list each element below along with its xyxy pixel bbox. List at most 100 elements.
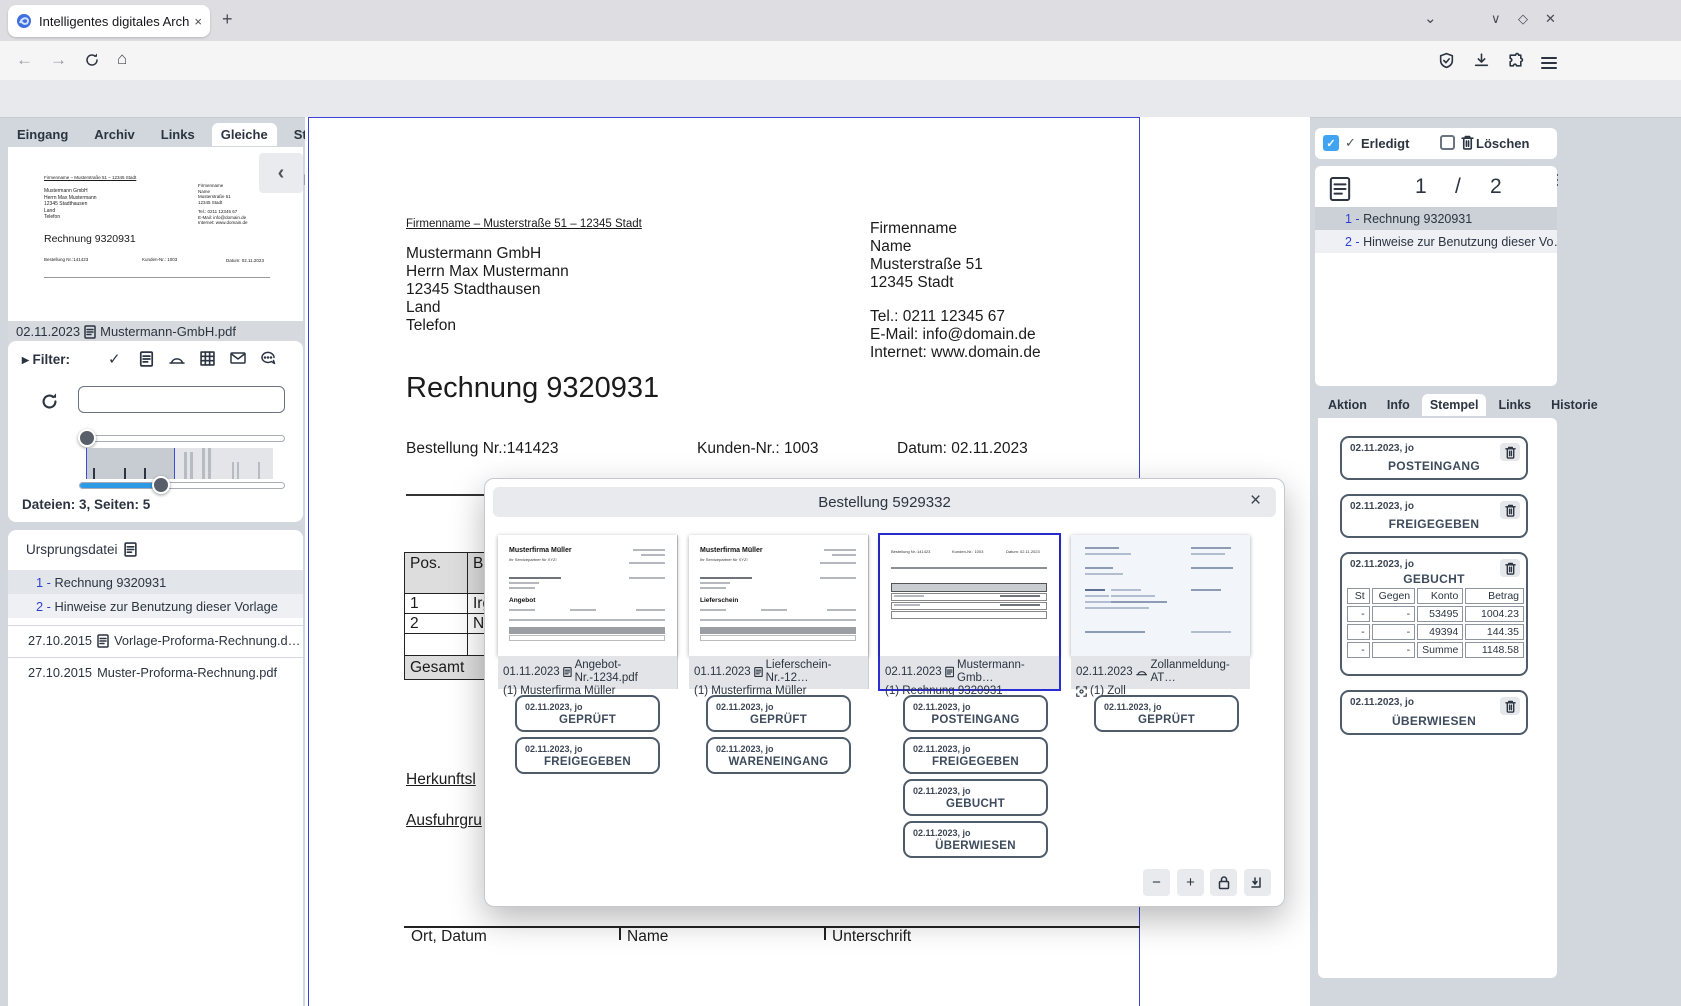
stamp-gebucht[interactable]: 02.11.2023, jo GEBUCHT xyxy=(903,779,1048,816)
range-slider-bottom-track[interactable] xyxy=(79,482,285,489)
stamp-wareneingang[interactable]: 02.11.2023, jo WARENEINGANG xyxy=(706,737,851,774)
stamp-label: ÜBERWIESEN xyxy=(905,840,1046,852)
collapse-chevron-icon: ‹ xyxy=(278,162,285,185)
linked-doc-thumbnail-zoll[interactable] xyxy=(1071,535,1250,656)
extensions-puzzle-icon[interactable] xyxy=(1507,52,1524,74)
range-slider-bottom-handle[interactable] xyxy=(152,476,170,494)
mini-text-bar xyxy=(1191,631,1231,633)
linked-doc-caption[interactable]: 01.11.2023 Angebot-Nr.-1234.pdf (1) Must… xyxy=(498,656,677,689)
linked-doc-thumbnail-lieferschein[interactable]: Musterfirma Müller Ihr Servicepartner fü… xyxy=(689,535,868,656)
stamp-freigegeben[interactable]: 02.11.2023, jo FREIGEGEBEN xyxy=(903,737,1048,774)
filter-arrow-icon[interactable]: ▸ xyxy=(22,352,29,367)
doc-table-cell xyxy=(405,634,468,656)
stamp-geprueft[interactable]: 02.11.2023, jo GEPRÜFT xyxy=(706,695,851,732)
window-minimize-icon[interactable]: ∨ xyxy=(1491,12,1501,25)
stamp-meta: 02.11.2023, jo xyxy=(913,702,971,712)
tab-links[interactable]: Links xyxy=(152,123,204,146)
dialog-zoom-in-button[interactable]: + xyxy=(1177,869,1204,896)
doc-company-block: Firmenname Name Musterstraße 51 12345 St… xyxy=(870,220,983,292)
collapse-panel-button[interactable]: ‹ xyxy=(259,153,303,193)
filter-comment-icon[interactable] xyxy=(260,351,276,371)
stamp-gebucht[interactable]: 02.11.2023, jo GEBUCHT St Gegen Konto Be… xyxy=(1340,552,1528,676)
list-tabs-chevron-icon[interactable]: ⌄ xyxy=(1424,11,1437,26)
tab-historie[interactable]: Historie xyxy=(1543,394,1606,416)
file-row-1[interactable]: 27.10.2015 Vorlage-Proforma-Rechnung.d… xyxy=(8,625,303,655)
browser-menu-icon[interactable] xyxy=(1541,54,1557,72)
range-slider-bottom-fill xyxy=(80,483,162,488)
dialog-close-icon[interactable]: × xyxy=(1250,490,1261,512)
stamp-ueberwiesen[interactable]: 02.11.2023, jo ÜBERWIESEN xyxy=(1340,690,1528,735)
filter-grid-icon[interactable] xyxy=(200,351,215,371)
file-row-2[interactable]: 27.10.2015 Muster-Proforma-Rechnung.pdf xyxy=(8,657,303,687)
tab-archiv[interactable]: Archiv xyxy=(85,123,143,146)
reload-icon[interactable] xyxy=(84,52,100,73)
home-icon[interactable]: ⌂ xyxy=(117,50,127,67)
mini-text-bar xyxy=(1111,607,1149,609)
tab-gleiche[interactable]: Gleiche xyxy=(212,123,277,146)
range-slider-top-handle[interactable] xyxy=(78,429,96,447)
window-maximize-icon[interactable]: ◇ xyxy=(1518,12,1528,25)
stamp-freigegeben[interactable]: 02.11.2023, jo FREIGEGEBEN xyxy=(515,737,660,774)
delete-checkbox[interactable] xyxy=(1440,135,1455,150)
thumb-date: Datum: 02.11.2023 xyxy=(226,258,264,263)
stamp-delete-button[interactable] xyxy=(1500,697,1520,715)
new-tab-button[interactable]: + xyxy=(222,10,233,28)
window-close-icon[interactable]: ✕ xyxy=(1545,12,1556,25)
stamp-posteingang[interactable]: 02.11.2023, jo POSTEINGANG xyxy=(1340,436,1528,480)
linked-doc-thumbnail-rechnung[interactable]: Bestellung Nr.:141423 Kunden-Nr.: 1003 D… xyxy=(880,535,1059,656)
download-icon[interactable] xyxy=(1473,52,1490,74)
tab-title: Intelligentes digitales Arch xyxy=(39,14,194,29)
mini-text-bar xyxy=(509,577,561,579)
mini-text-bar xyxy=(629,577,665,579)
linked-doc-caption[interactable]: 02.11.2023 Zollanmeldung-AT… (1) Zoll xyxy=(1071,656,1250,689)
tab-links[interactable]: Links xyxy=(1490,394,1539,416)
pages-current: 1 xyxy=(1415,175,1427,199)
linked-doc-thumbnail-angebot[interactable]: Musterfirma Müller Ihr Servicepartner fü… xyxy=(498,535,677,656)
document-thumbnail[interactable]: Firmenname – Musterstraße 51 – 12345 Sta… xyxy=(30,155,280,290)
browser-tab[interactable]: Intelligentes digitales Arch × xyxy=(8,5,210,37)
dialog-lock-icon[interactable] xyxy=(1210,869,1237,896)
filter-check-icon[interactable]: ✓ xyxy=(108,350,121,368)
file-stats: Dateien: 3, Seiten: 5 xyxy=(22,497,150,512)
dialog-zoom-out-button[interactable]: − xyxy=(1143,869,1170,896)
filter-reset-icon[interactable] xyxy=(40,392,59,416)
source-page-row-2[interactable]: 2 - Hinweise zur Benutzung dieser Vorlag… xyxy=(8,594,303,618)
filter-document-icon[interactable] xyxy=(139,351,154,372)
tab-stempel[interactable]: Stempel xyxy=(1422,394,1487,416)
stamp-geprueft[interactable]: 02.11.2023, jo GEPRÜFT xyxy=(515,695,660,732)
thumb-company-block: Firmenname Name Musterstraße 51 12345 St… xyxy=(198,183,248,226)
source-page-row-1[interactable]: 1 - Rechnung 9320931 xyxy=(8,570,303,594)
page-row-selected[interactable]: 1 - Rechnung 9320931 xyxy=(1315,207,1557,230)
gebucht-cell: 1148.58 xyxy=(1465,642,1524,658)
stamp-ueberwiesen[interactable]: 02.11.2023, jo ÜBERWIESEN xyxy=(903,821,1048,858)
forward-icon[interactable]: → xyxy=(50,51,67,68)
range-slider-top-track[interactable] xyxy=(86,435,285,442)
stamp-posteingang[interactable]: 02.11.2023, jo POSTEINGANG xyxy=(903,695,1048,732)
tab-close-icon[interactable]: × xyxy=(194,15,202,28)
filter-scanner-icon[interactable] xyxy=(169,353,185,372)
dialog-dock-icon[interactable] xyxy=(1244,869,1271,896)
tab-info[interactable]: Info xyxy=(1379,394,1418,416)
shield-icon[interactable] xyxy=(1438,52,1455,74)
stamp-freigegeben[interactable]: 02.11.2023, jo FREIGEGEBEN xyxy=(1340,494,1528,538)
filter-mail-icon[interactable] xyxy=(230,351,246,370)
status-panel: ✓ ✓ Erledigt Löschen xyxy=(1315,128,1557,159)
linked-doc-caption[interactable]: 01.11.2023 Lieferschein-Nr.-12… (1) Must… xyxy=(689,656,868,689)
done-checkbox[interactable]: ✓ xyxy=(1323,135,1339,151)
tab-aktion[interactable]: Aktion xyxy=(1320,394,1375,416)
stamp-label: FREIGEGEBEN xyxy=(905,756,1046,768)
page-row[interactable]: 2 - Hinweise zur Benutzung dieser Vo… xyxy=(1315,230,1557,253)
linked-doc-caption-selected[interactable]: 02.11.2023 Mustermann-Gmb… (1) Rechnung … xyxy=(880,656,1059,689)
mini-text-bar xyxy=(700,577,752,579)
gebucht-cell: - xyxy=(1347,642,1370,658)
tab-eingang[interactable]: Eingang xyxy=(8,123,77,146)
stamp-geprueft[interactable]: 02.11.2023, jo GEPRÜFT xyxy=(1094,695,1239,732)
stamp-meta: 02.11.2023, jo xyxy=(1104,702,1162,712)
ocr-target-icon xyxy=(1076,686,1087,697)
file-name: Vorlage-Proforma-Rechnung.d… xyxy=(114,633,300,648)
dialog-titlebar[interactable]: Bestellung 5929332 xyxy=(493,487,1276,517)
filter-text-input[interactable] xyxy=(78,386,285,413)
mini-text-bar xyxy=(700,609,726,611)
back-icon[interactable]: ← xyxy=(16,51,33,68)
doc-sig-place: Ort, Datum xyxy=(411,928,487,946)
